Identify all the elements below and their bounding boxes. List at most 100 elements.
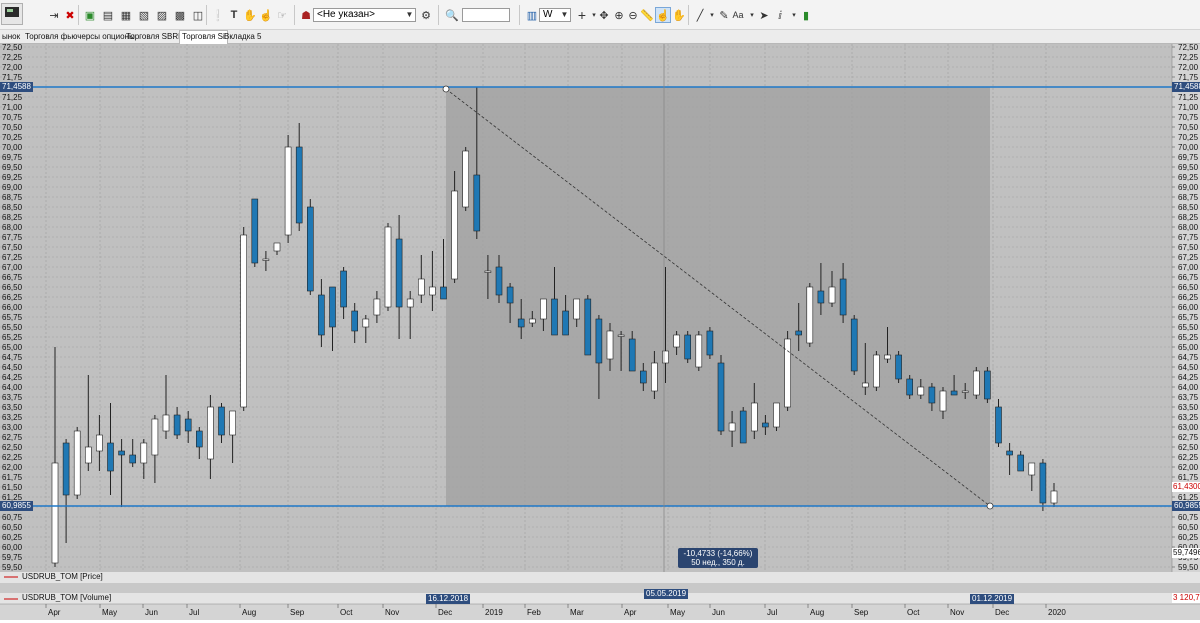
tab-5[interactable]: Вкладка 5 bbox=[222, 31, 264, 43]
volume-legend-bar bbox=[0, 593, 1200, 604]
price-tick-label-left: 67,25 bbox=[2, 253, 23, 262]
ruler-icon[interactable]: 📏 bbox=[639, 7, 655, 23]
tab-futures-options[interactable]: Торговля фьючерсы опционы bbox=[23, 31, 137, 43]
positions-icon[interactable]: ◫ bbox=[190, 7, 206, 23]
account-icon[interactable]: ☗ bbox=[298, 7, 314, 23]
price-tick-label-left: 61,75 bbox=[2, 473, 23, 482]
candle-body bbox=[162, 414, 170, 432]
broker-select[interactable]: <Не указан> ▼ bbox=[313, 8, 416, 22]
price-tick-label-left: 70,25 bbox=[2, 133, 23, 142]
candle-body bbox=[861, 382, 869, 388]
candle-body bbox=[895, 354, 902, 380]
measurement-end-handle[interactable] bbox=[986, 502, 994, 510]
pointer-icon[interactable]: ☞ bbox=[274, 7, 290, 23]
chevron-down-icon[interactable]: ▼ bbox=[559, 9, 570, 21]
candlestick-chart[interactable]: 72,5072,5072,2572,2572,0072,0071,7571,75… bbox=[0, 43, 1200, 620]
quotes-icon[interactable]: ▦ bbox=[118, 7, 134, 23]
volume-legend[interactable]: USDRUB_TOM [Volume] bbox=[22, 593, 111, 602]
timeframe-select[interactable]: W ▼ bbox=[539, 8, 571, 22]
price-tick-label-left: 63,00 bbox=[2, 423, 23, 432]
hand-icon[interactable]: ✋ bbox=[242, 7, 258, 23]
table-icon[interactable]: ▤ bbox=[100, 7, 116, 23]
orders-icon[interactable]: ▧ bbox=[136, 7, 152, 23]
price-legend[interactable]: USDRUB_TOM [Price] bbox=[22, 572, 103, 581]
price-tick-label-left: 72,50 bbox=[2, 44, 23, 52]
price-tick-label: 65,00 bbox=[1178, 343, 1199, 352]
candle-body bbox=[1006, 450, 1013, 456]
price-tick-label: 70,25 bbox=[1178, 133, 1199, 142]
candle-body bbox=[295, 146, 303, 224]
broker-settings-icon[interactable]: ⚙ bbox=[418, 7, 434, 23]
grab-icon[interactable]: ✋ bbox=[671, 7, 687, 23]
price-tick-label: 66,25 bbox=[1178, 293, 1199, 302]
time-tick-label: Jun bbox=[712, 608, 725, 617]
price-tick-label: 64,00 bbox=[1178, 383, 1199, 392]
select-hand-icon[interactable]: ☝ bbox=[655, 7, 671, 23]
time-tick-label: Sep bbox=[854, 608, 869, 617]
price-tick-label: 67,50 bbox=[1178, 243, 1199, 252]
time-tick-label: Aug bbox=[810, 608, 824, 617]
candle-body bbox=[662, 350, 669, 364]
arrow-tool-icon[interactable]: ➤ bbox=[756, 7, 772, 23]
alert-icon[interactable]: ❕ bbox=[210, 7, 226, 23]
price-tick-label-left: 71,25 bbox=[2, 93, 23, 102]
candle-body bbox=[118, 450, 125, 456]
price-tick-label-left: 68,50 bbox=[2, 203, 23, 212]
tab-si[interactable]: Торговля Si bbox=[179, 30, 228, 45]
candle-body bbox=[240, 234, 247, 408]
candle-body bbox=[995, 406, 1002, 444]
measurement-tooltip: -10,4733 (-14,66%) 50 нед., 350 д. bbox=[678, 548, 758, 568]
candle-body bbox=[817, 290, 825, 304]
time-tick-label: Mar bbox=[570, 608, 584, 617]
time-tick-label: May bbox=[670, 608, 685, 617]
price-tick-label-left: 68,00 bbox=[2, 223, 23, 232]
touch-icon[interactable]: ☝ bbox=[258, 7, 274, 23]
candle-body bbox=[151, 418, 159, 456]
text-tool-icon[interactable]: T bbox=[226, 7, 242, 23]
price-tick-label-left: 66,00 bbox=[2, 303, 23, 312]
search-input[interactable] bbox=[462, 8, 510, 22]
candle-body bbox=[196, 430, 203, 448]
candle-body bbox=[362, 318, 370, 328]
price-tick-label: 72,25 bbox=[1178, 53, 1199, 62]
candle-body bbox=[73, 430, 81, 496]
chart-window[interactable]: 72,50 72,50 72,25 72,25 72,00 72,00 71,75 71,75… bbox=[0, 43, 1200, 620]
move-icon[interactable]: ✥ bbox=[596, 7, 612, 23]
candle-body bbox=[961, 390, 969, 393]
price-tick-label: 67,00 bbox=[1178, 263, 1199, 272]
price-tick-label-left: 72,00 bbox=[2, 63, 23, 72]
price-tick-label: 70,50 bbox=[1178, 123, 1199, 132]
price-tick-label-left: 66,75 bbox=[2, 273, 23, 282]
date-flag-start: 16.12.2018 bbox=[426, 594, 471, 604]
connect-icon[interactable]: ⇥ bbox=[46, 7, 62, 23]
candle-body bbox=[651, 362, 658, 392]
portfolio-icon[interactable]: ▩ bbox=[172, 7, 188, 23]
candle-body bbox=[1039, 462, 1047, 504]
time-tick-label: Oct bbox=[907, 608, 920, 617]
candle-body bbox=[584, 298, 592, 356]
tab-sbrf[interactable]: Торговля SBRF bbox=[124, 31, 185, 43]
new-chart-icon[interactable]: ▣ bbox=[82, 7, 98, 23]
price-tick-label-left: 64,00 bbox=[2, 383, 23, 392]
disconnect-icon[interactable]: ✖ bbox=[62, 7, 78, 23]
price-tick-label: 60,75 bbox=[1178, 513, 1199, 522]
candle-body bbox=[429, 286, 436, 296]
candle-body bbox=[717, 362, 725, 432]
price-tick-label: 66,75 bbox=[1178, 273, 1199, 282]
measurement-duration: 50 нед., 350 д. bbox=[691, 558, 745, 567]
price-tick-label: 70,75 bbox=[1178, 113, 1199, 122]
chevron-down-icon[interactable]: ▼ bbox=[404, 9, 415, 21]
search-icon[interactable]: 🔍 bbox=[444, 7, 460, 23]
hline-top-price-label: 71,4588 bbox=[1172, 82, 1200, 92]
candle-body bbox=[351, 310, 359, 332]
volume-bars-icon[interactable]: ▮ bbox=[798, 7, 814, 23]
candle-body bbox=[340, 270, 347, 308]
candle-body bbox=[62, 442, 70, 496]
chart-type-icon[interactable]: ▥ bbox=[524, 7, 540, 23]
tab-rynok[interactable]: ынок bbox=[0, 31, 22, 43]
time-axis[interactable] bbox=[0, 604, 1200, 620]
trades-icon[interactable]: ▨ bbox=[154, 7, 170, 23]
measurement-start-handle[interactable] bbox=[442, 85, 450, 93]
price-tick-label-left: 67,00 bbox=[2, 263, 23, 272]
candle-body bbox=[517, 318, 525, 328]
